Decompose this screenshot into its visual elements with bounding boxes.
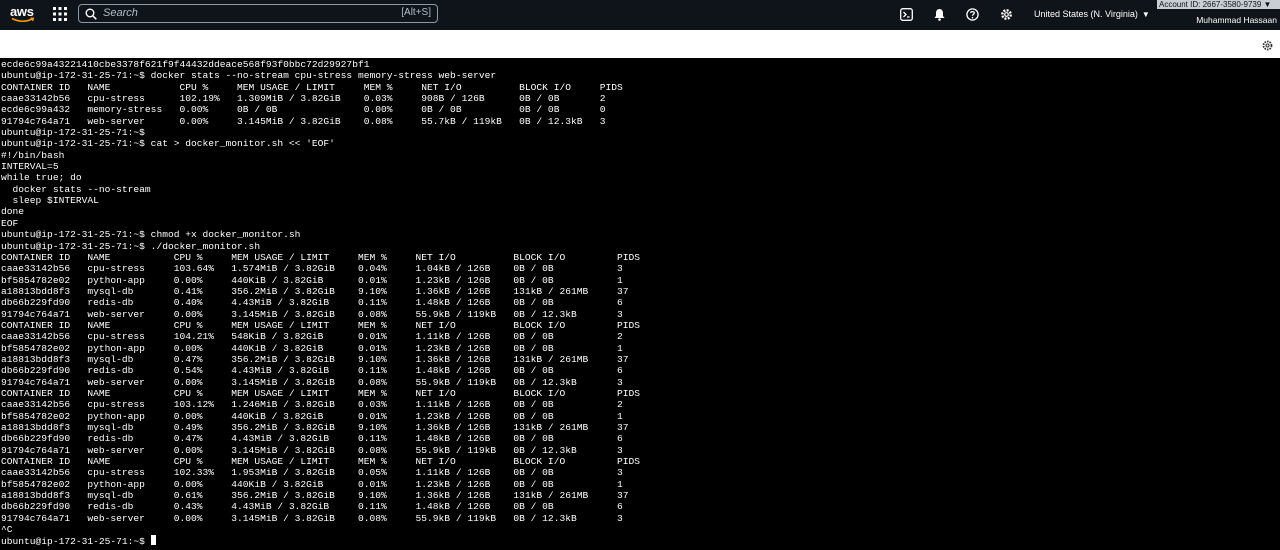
caret-down-icon: ▼ [1141, 10, 1150, 19]
terminal-line: db66b229fd90 redis-db 0.43% 4.43MiB / 3.… [1, 501, 623, 513]
terminal-line: #!/bin/bash [1, 149, 65, 161]
terminal-line: a18813bdd8f3 mysql-db 0.41% 356.2MiB / 3… [1, 285, 629, 297]
terminal-window[interactable]: ecde6c99a43221410cbe3378f621f9f44432ddea… [0, 59, 1280, 550]
terminal-line: ubuntu@ip-172-31-25-71:~$ docker stats -… [1, 70, 497, 82]
terminal-line: done [1, 206, 25, 218]
terminal-line: caae33142b56 cpu-stress 103.12% 1.246MiB… [1, 399, 623, 411]
terminal-line: docker stats --no-stream [12, 183, 151, 195]
terminal-line: a18813bdd8f3 mysql-db 0.61% 356.2MiB / 3… [1, 490, 629, 502]
terminal-line: CONTAINER ID NAME CPU % MEM USAGE / LIMI… [1, 251, 641, 263]
search-input[interactable]: Search [Alt+S] [78, 4, 438, 23]
terminal-line: 91794c764a71 web-server 0.00% 3.145MiB /… [1, 444, 623, 456]
terminal-output: ecde6c99a43221410cbe3378f621f9f44432ddea… [1, 59, 640, 548]
search-shortcut: [Alt+S] [401, 7, 431, 18]
settings-gear-icon[interactable] [1262, 40, 1273, 51]
cloudshell-icon[interactable] [900, 8, 913, 21]
account-id-badge[interactable]: Account ID: 2667-3580-9739 ▼ [1157, 0, 1280, 9]
region-selector[interactable]: United States (N. Virginia) ▼ [1034, 9, 1150, 19]
terminal-line: CONTAINER ID NAME CPU % MEM USAGE / LIMI… [1, 456, 641, 468]
terminal-cursor [150, 535, 156, 546]
terminal-line: CONTAINER ID NAME CPU % MEM USAGE / LIMI… [1, 387, 641, 399]
terminal-line: bf5854782e02 python-app 0.00% 440KiB / 3… [1, 410, 623, 422]
terminal-line: db66b229fd90 redis-db 0.47% 4.43MiB / 3.… [1, 433, 623, 445]
search-icon [85, 8, 97, 20]
caret-down-icon: ▼ [1263, 0, 1272, 9]
terminal-line: ubuntu@ip-172-31-25-71:~$ chmod +x docke… [1, 229, 301, 241]
services-grid-icon[interactable] [53, 7, 67, 21]
terminal-line: CONTAINER ID NAME CPU % MEM USAGE / LIMI… [1, 81, 623, 93]
terminal-line: 91794c764a71 web-server 0.00% 3.145MiB /… [1, 308, 623, 320]
terminal-line: bf5854782e02 python-app 0.00% 440KiB / 3… [1, 274, 623, 286]
terminal-lines: ecde6c99a43221410cbe3378f621f9f44432ddea… [1, 59, 640, 535]
search-placeholder: Search [103, 7, 138, 19]
terminal-line: caae33142b56 cpu-stress 102.33% 1.953MiB… [1, 467, 623, 479]
terminal-line: 91794c764a71 web-server 0.00% 3.145MiB /… [1, 376, 623, 388]
terminal-line: caae33142b56 cpu-stress 104.21% 548KiB /… [1, 331, 623, 343]
terminal-line: bf5854782e02 python-app 0.00% 440KiB / 3… [1, 478, 623, 490]
terminal-line: db66b229fd90 redis-db 0.54% 4.43MiB / 3.… [1, 365, 623, 377]
terminal-line: ubuntu@ip-172-31-25-71:~$ [1, 127, 145, 139]
terminal-line: while true; do [1, 172, 82, 184]
terminal-line: EOF [1, 217, 19, 229]
terminal-line: INTERVAL=5 [1, 161, 59, 173]
bell-icon[interactable] [933, 8, 946, 21]
terminal-line: 91794c764a71 web-server 0.00% 3.145MiB /… [1, 512, 623, 524]
cloudshell-toolbar [0, 30, 1280, 58]
terminal-line: ^C [1, 524, 13, 536]
terminal-line: CONTAINER ID NAME CPU % MEM USAGE / LIMI… [1, 319, 641, 331]
terminal-line: a18813bdd8f3 mysql-db 0.47% 356.2MiB / 3… [1, 353, 629, 365]
user-name: Muhammad Hassaan [1196, 15, 1277, 25]
gear-icon[interactable] [1000, 8, 1013, 21]
account-id-text: Account ID: 2667-3580-9739 [1159, 0, 1262, 9]
top-nav-bar: aws Search [Alt+S] United States (N. Vir… [0, 0, 1280, 30]
terminal-line: sleep $INTERVAL [12, 195, 99, 207]
terminal-line: 91794c764a71 web-server 0.00% 3.145MiB /… [1, 115, 606, 127]
terminal-line: ecde6c99a43221410cbe3378f621f9f44432ddea… [1, 59, 370, 70]
terminal-line: db66b229fd90 redis-db 0.40% 4.43MiB / 3.… [1, 297, 623, 309]
help-icon[interactable] [966, 8, 979, 21]
terminal-line: ecde6c99a432 memory-stress 0.00% 0B / 0B… [1, 104, 606, 116]
user-menu[interactable]: Muhammad Hassaan [1196, 15, 1277, 25]
region-label: United States (N. Virginia) [1034, 9, 1138, 19]
terminal-line: caae33142b56 cpu-stress 102.19% 1.309MiB… [1, 93, 606, 105]
terminal-prompt: ubuntu@ip-172-31-25-71:~$ [1, 536, 151, 548]
terminal-line: ubuntu@ip-172-31-25-71:~$ cat > docker_m… [1, 138, 335, 150]
aws-smile-icon [11, 17, 35, 23]
terminal-line: ubuntu@ip-172-31-25-71:~$ ./docker_monit… [1, 240, 261, 252]
aws-logo[interactable]: aws [10, 3, 36, 25]
terminal-line: caae33142b56 cpu-stress 103.64% 1.574MiB… [1, 263, 623, 275]
terminal-line: a18813bdd8f3 mysql-db 0.49% 356.2MiB / 3… [1, 422, 629, 433]
terminal-line: bf5854782e02 python-app 0.00% 440KiB / 3… [1, 342, 623, 354]
